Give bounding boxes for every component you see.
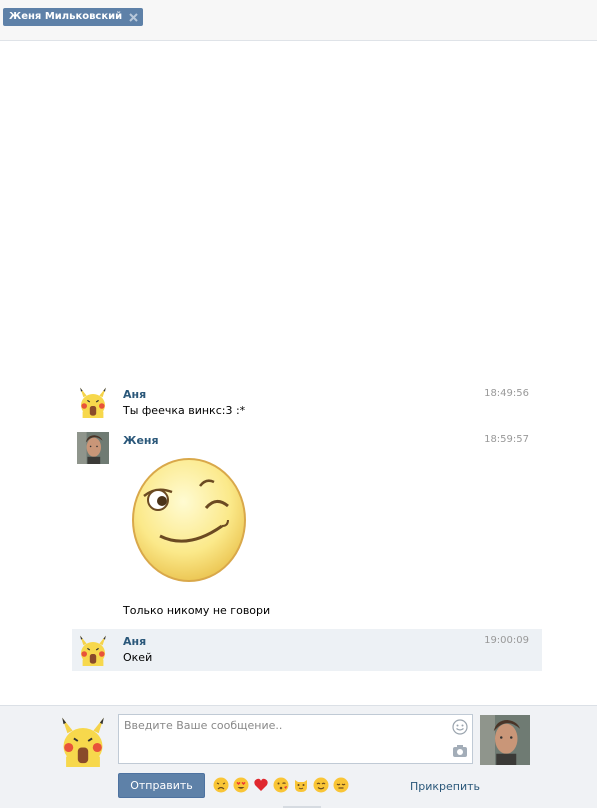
heart-emoji-icon[interactable] — [253, 777, 269, 793]
message-item[interactable]: Женя 18:59:57 Только никому не говори — [72, 426, 542, 626]
cat-emoji-icon[interactable] — [293, 777, 309, 793]
user-photo-avatar[interactable] — [480, 715, 530, 765]
winking-smiley-sticker — [130, 456, 248, 584]
kissing-wink-emoji-icon[interactable] — [273, 777, 289, 793]
message-author[interactable]: Аня — [123, 388, 146, 401]
message-text: Ты феечка винкс:3 :* — [123, 404, 246, 417]
camera-icon[interactable] — [452, 744, 468, 758]
send-button[interactable]: Отправить — [118, 773, 205, 798]
pikachu-avatar[interactable] — [57, 715, 109, 767]
pikachu-avatar[interactable] — [77, 386, 109, 418]
quick-emoji-bar — [213, 777, 349, 793]
message-time: 19:00:09 — [484, 635, 529, 646]
message-item[interactable]: Аня 19:00:09 Окей — [72, 629, 542, 671]
user-photo-avatar[interactable] — [77, 432, 109, 464]
message-time: 18:49:56 — [484, 388, 529, 399]
heart-eyes-emoji-icon[interactable] — [233, 777, 249, 793]
blush-emoji-icon[interactable] — [313, 777, 329, 793]
message-input[interactable] — [119, 715, 449, 767]
message-author[interactable]: Женя — [123, 434, 159, 447]
message-time: 18:59:57 — [484, 434, 529, 445]
relieved-emoji-icon[interactable] — [333, 777, 349, 793]
message-author[interactable]: Аня — [123, 635, 146, 648]
message-text: Окей — [123, 651, 153, 664]
message-composer: Отправить Прикрепить — [0, 705, 597, 808]
smile-icon[interactable] — [452, 719, 468, 735]
message-input-box — [118, 714, 473, 767]
disappointed-emoji-icon[interactable] — [213, 777, 229, 793]
message-text: Только никому не говори — [123, 604, 271, 617]
attach-link[interactable]: Прикрепить — [410, 780, 480, 793]
message-history: Аня 18:49:56 Ты феечка винкс:3 :* Женя 1… — [0, 0, 597, 705]
pikachu-avatar[interactable] — [77, 634, 109, 666]
message-item[interactable]: Аня 18:49:56 Ты феечка винкс:3 :* — [72, 380, 542, 426]
